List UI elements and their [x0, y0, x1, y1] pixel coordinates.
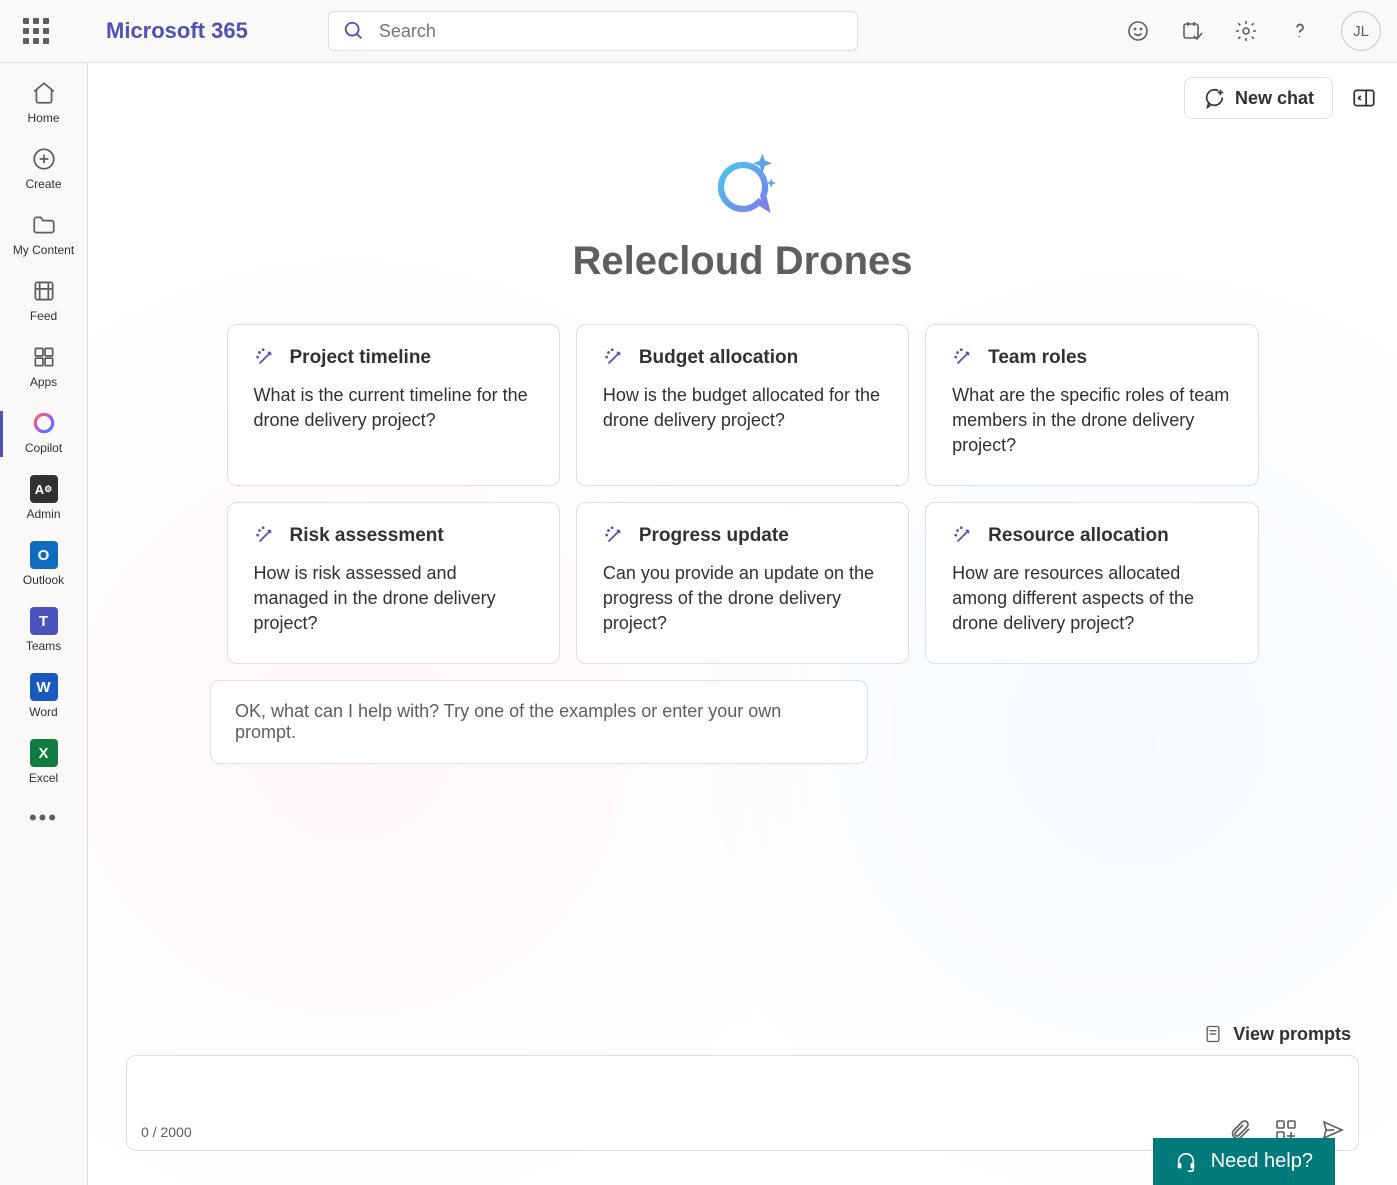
wand-icon — [254, 525, 276, 547]
card-risk-assessment[interactable]: Risk assessment How is risk assessed and… — [227, 502, 560, 664]
card-budget-allocation[interactable]: Budget allocation How is the budget allo… — [576, 324, 909, 486]
hero-logo-icon — [699, 143, 787, 231]
sidebar-item-mycontent[interactable]: My Content — [0, 203, 87, 269]
header-actions: JL — [1125, 11, 1381, 51]
sidebar-item-label: Copilot — [25, 441, 62, 455]
wand-icon — [254, 347, 276, 369]
teams-icon: T — [30, 607, 58, 635]
sidebar-item-excel[interactable]: X Excel — [0, 731, 87, 797]
new-chat-icon — [1203, 87, 1225, 109]
settings-icon[interactable] — [1233, 18, 1259, 44]
sidebar-item-teams[interactable]: T Teams — [0, 599, 87, 665]
card-resource-allocation[interactable]: Resource allocation How are resources al… — [925, 502, 1258, 664]
chat-composer[interactable]: 0 / 2000 — [126, 1055, 1359, 1151]
sidebar-item-outlook[interactable]: O Outlook — [0, 533, 87, 599]
main-content: New chat Relecloud Drones Project timeli… — [88, 63, 1397, 1185]
plus-circle-icon — [30, 145, 58, 173]
need-help-button[interactable]: Need help? — [1153, 1138, 1335, 1185]
header: Microsoft 365 JL — [0, 0, 1397, 63]
new-chat-button[interactable]: New chat — [1184, 77, 1333, 119]
copilot-icon — [30, 409, 58, 437]
sidebar-item-label: Home — [27, 111, 59, 125]
sidebar-item-label: Teams — [26, 639, 61, 653]
card-title: Resource allocation — [988, 525, 1169, 547]
sidebar-item-label: Excel — [29, 771, 58, 785]
card-team-roles[interactable]: Team roles What are the specific roles o… — [925, 324, 1258, 486]
brand-label[interactable]: Microsoft 365 — [106, 18, 248, 44]
panel-toggle-icon — [1351, 85, 1377, 111]
page-title: Relecloud Drones — [88, 239, 1397, 284]
need-help-label: Need help? — [1211, 1150, 1313, 1173]
emoji-icon[interactable] — [1125, 18, 1151, 44]
excel-icon: X — [30, 739, 58, 767]
card-progress-update[interactable]: Progress update Can you provide an updat… — [576, 502, 909, 664]
sidebar-item-apps[interactable]: Apps — [0, 335, 87, 401]
prompt-hint: OK, what can I help with? Try one of the… — [210, 680, 868, 764]
admin-icon: A⚙ — [30, 475, 58, 503]
sidebar-item-create[interactable]: Create — [0, 137, 87, 203]
wand-icon — [603, 347, 625, 369]
card-desc: Can you provide an update on the progres… — [603, 561, 882, 637]
card-title: Team roles — [988, 347, 1087, 369]
help-icon[interactable] — [1287, 18, 1313, 44]
char-counter: 0 / 2000 — [141, 1124, 192, 1140]
sidebar: Home Create My Content Feed Apps — [0, 63, 88, 1185]
wand-icon — [952, 347, 974, 369]
avatar-initials: JL — [1353, 23, 1369, 40]
card-project-timeline[interactable]: Project timeline What is the current tim… — [227, 324, 560, 486]
search-box[interactable] — [328, 11, 858, 51]
sidebar-item-label: Admin — [26, 507, 60, 521]
prompt-cards: Project timeline What is the current tim… — [227, 324, 1259, 664]
calendar-check-icon[interactable] — [1179, 18, 1205, 44]
card-desc: How is the budget allocated for the dron… — [603, 383, 882, 433]
sidebar-item-feed[interactable]: Feed — [0, 269, 87, 335]
card-desc: How are resources allocated among differ… — [952, 561, 1231, 637]
card-desc: What are the specific roles of team memb… — [952, 383, 1231, 459]
folder-icon — [30, 211, 58, 239]
content-topbar: New chat — [1184, 77, 1377, 119]
prompts-icon — [1203, 1023, 1223, 1045]
search-input[interactable] — [379, 21, 843, 42]
sidebar-item-admin[interactable]: A⚙ Admin — [0, 467, 87, 533]
more-icon: ••• — [29, 805, 58, 831]
card-title: Project timeline — [290, 347, 432, 369]
card-title: Progress update — [639, 525, 789, 547]
sidebar-item-label: Create — [25, 177, 61, 191]
bottom-area: View prompts 0 / 2000 — [88, 1023, 1397, 1151]
sidebar-item-label: Outlook — [23, 573, 64, 587]
sidebar-item-label: Feed — [30, 309, 57, 323]
wand-icon — [952, 525, 974, 547]
card-desc: How is risk assessed and managed in the … — [254, 561, 533, 637]
view-prompts-button[interactable]: View prompts — [126, 1023, 1359, 1045]
sidebar-item-label: My Content — [13, 243, 74, 257]
waffle-icon — [23, 18, 49, 44]
sidebar-item-label: Apps — [30, 375, 57, 389]
wand-icon — [603, 525, 625, 547]
card-title: Risk assessment — [290, 525, 444, 547]
sidebar-item-more[interactable]: ••• — [0, 797, 87, 843]
card-title: Budget allocation — [639, 347, 798, 369]
headset-icon — [1175, 1151, 1197, 1173]
view-prompts-label: View prompts — [1233, 1024, 1351, 1045]
sidebar-item-label: Word — [29, 705, 57, 719]
sidebar-item-home[interactable]: Home — [0, 71, 87, 137]
sidebar-item-word[interactable]: W Word — [0, 665, 87, 731]
panel-toggle-button[interactable] — [1351, 85, 1377, 111]
apps-icon — [30, 343, 58, 371]
app-launcher-button[interactable] — [16, 11, 56, 51]
card-desc: What is the current timeline for the dro… — [254, 383, 533, 433]
sidebar-item-copilot[interactable]: Copilot — [0, 401, 87, 467]
avatar[interactable]: JL — [1341, 11, 1381, 51]
outlook-icon: O — [30, 541, 58, 569]
search-icon — [343, 20, 365, 42]
feed-icon — [30, 277, 58, 305]
new-chat-label: New chat — [1235, 88, 1314, 109]
home-icon — [30, 79, 58, 107]
word-icon: W — [30, 673, 58, 701]
